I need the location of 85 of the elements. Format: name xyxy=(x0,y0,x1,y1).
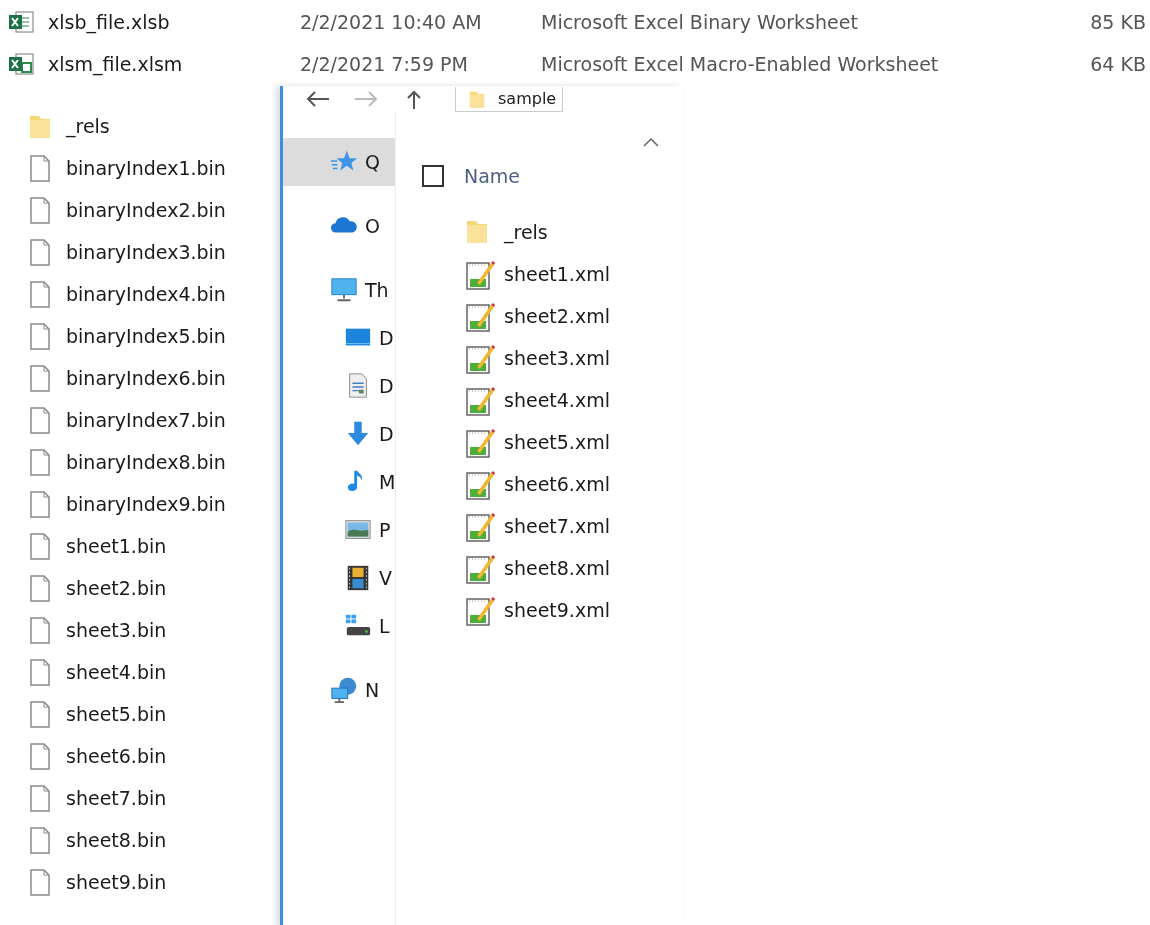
file-name[interactable]: sheet1.xml xyxy=(504,263,610,285)
nav-item[interactable]: Q xyxy=(283,138,395,186)
file-name[interactable]: sheet5.xml xyxy=(504,431,610,453)
nav-item[interactable]: M xyxy=(283,458,395,506)
notepad-icon xyxy=(465,258,495,290)
nav-item[interactable]: L xyxy=(283,602,395,650)
file-icon xyxy=(28,658,52,686)
file-icon xyxy=(28,238,52,266)
file-name[interactable]: binaryIndex4.bin xyxy=(66,283,226,305)
file-size: 85 KB xyxy=(1089,11,1146,33)
file-icon xyxy=(28,322,52,350)
file-icon xyxy=(28,154,52,182)
file-type: Microsoft Excel Binary Worksheet xyxy=(541,11,859,33)
file-name[interactable]: sheet4.xml xyxy=(504,389,610,411)
file-name[interactable]: sheet2.xml xyxy=(504,305,610,327)
notepad-icon xyxy=(465,426,495,458)
file-name[interactable]: sheet3.xml xyxy=(504,347,610,369)
nav-item[interactable]: D xyxy=(283,314,395,362)
file-name[interactable]: _rels xyxy=(504,221,548,243)
back-arrow-icon[interactable] xyxy=(305,89,331,109)
file-icon xyxy=(28,826,52,854)
file-type: Microsoft Excel Macro-Enabled Worksheet xyxy=(541,53,940,75)
file-icon xyxy=(28,532,52,560)
monitor-icon xyxy=(329,276,359,304)
file-name[interactable]: sheet6.bin xyxy=(66,745,167,767)
notepad-icon xyxy=(465,342,495,374)
file-icon xyxy=(28,742,52,770)
nav-item[interactable]: D xyxy=(283,362,395,410)
file-name[interactable]: sheet7.xml xyxy=(504,515,610,537)
file-name[interactable]: sheet9.bin xyxy=(66,871,167,893)
file-icon xyxy=(28,406,52,434)
file-name[interactable]: xlsm_file.xlsm xyxy=(48,53,300,75)
file-icon xyxy=(28,490,52,518)
file-icon xyxy=(28,784,52,812)
file-date: 2/2/2021 10:40 AM xyxy=(300,11,483,33)
notepad-icon xyxy=(465,384,495,416)
file-name[interactable]: sheet5.bin xyxy=(66,703,167,725)
file-size: 64 KB xyxy=(1089,53,1146,75)
file-icon xyxy=(28,448,52,476)
file-name[interactable]: binaryIndex2.bin xyxy=(66,199,226,221)
nav-item[interactable]: D xyxy=(283,410,395,458)
file-name[interactable]: sheet6.xml xyxy=(504,473,610,495)
file-name[interactable]: binaryIndex1.bin xyxy=(66,157,226,179)
file-icon xyxy=(28,364,52,392)
network-icon xyxy=(329,676,359,704)
file-icon xyxy=(28,616,52,644)
file-name[interactable]: binaryIndex6.bin xyxy=(66,367,226,389)
select-all-checkbox[interactable] xyxy=(422,165,444,187)
file-name[interactable]: _rels xyxy=(66,115,110,137)
spreadsheet-icon xyxy=(8,9,34,35)
notepad-icon xyxy=(465,510,495,542)
file-name[interactable]: sheet8.bin xyxy=(66,829,167,851)
nav-item[interactable]: P xyxy=(283,506,395,554)
file-name[interactable]: binaryIndex8.bin xyxy=(66,451,226,473)
file-icon xyxy=(28,196,52,224)
address-text: sample xyxy=(498,90,557,107)
file-icon xyxy=(28,700,52,728)
notepad-icon xyxy=(465,300,495,332)
file-name[interactable]: sheet1.bin xyxy=(66,535,167,557)
nav-item[interactable]: O xyxy=(283,202,395,250)
file-name[interactable]: sheet2.bin xyxy=(66,577,167,599)
file-icon xyxy=(28,574,52,602)
file-date: 2/2/2021 7:59 PM xyxy=(300,53,469,75)
nav-item[interactable]: N xyxy=(283,666,395,714)
notepad-icon xyxy=(465,594,495,626)
file-name[interactable]: binaryIndex5.bin xyxy=(66,325,226,347)
file-icon xyxy=(28,868,52,896)
address-bar[interactable]: sample xyxy=(455,86,564,112)
file-icon xyxy=(28,280,52,308)
file-name[interactable]: binaryIndex7.bin xyxy=(66,409,226,431)
notepad-icon xyxy=(465,468,495,500)
file-name[interactable]: binaryIndex9.bin xyxy=(66,493,226,515)
nav-item[interactable]: Th xyxy=(283,266,395,314)
sort-caret-icon[interactable] xyxy=(642,136,660,148)
notepad-icon xyxy=(465,552,495,584)
file-name[interactable]: sheet8.xml xyxy=(504,557,610,579)
file-name[interactable]: binaryIndex3.bin xyxy=(66,241,226,263)
nav-item[interactable]: V xyxy=(283,554,395,602)
file-name[interactable]: sheet7.bin xyxy=(66,787,167,809)
file-name[interactable]: sheet4.bin xyxy=(66,661,167,683)
file-name[interactable]: xlsb_file.xlsb xyxy=(48,11,300,33)
column-header[interactable]: Name xyxy=(464,165,521,187)
file-name[interactable]: sheet3.bin xyxy=(66,619,167,641)
spreadsheet-icon xyxy=(8,51,34,77)
file-name[interactable]: sheet9.xml xyxy=(504,599,610,621)
